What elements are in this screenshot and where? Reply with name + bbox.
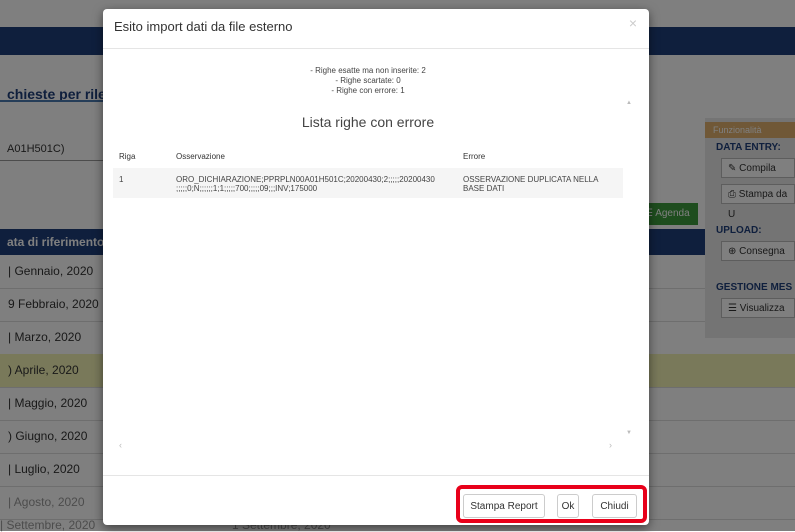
scroll-right-icon[interactable]: › <box>609 440 612 450</box>
cell-osservazione: ORO_DICHIARAZIONE;PPRPLN00A01H501C;20200… <box>176 175 435 193</box>
scroll-left-icon[interactable]: ‹ <box>119 440 122 450</box>
table-row: 1 ORO_DICHIARAZIONE;PPRPLN00A01H501C;202… <box>113 168 623 198</box>
cell-errore-line: OSSERVAZIONE DUPLICATA NELLA <box>463 175 599 184</box>
scroll-down-icon[interactable]: ▼ <box>626 430 632 436</box>
ok-button[interactable]: Ok <box>557 494 579 518</box>
summary-line: - Righe esatte ma non inserite: 2 <box>310 66 426 75</box>
column-header-osservazione: Osservazione <box>176 152 225 161</box>
vertical-scrollbar[interactable]: ▲ ▼ <box>626 100 634 444</box>
cell-osservazione-line: ;;;;;0;N;;;;;;1;1;;;;;700;;;;;09;;;INV;1… <box>176 184 318 193</box>
table-header: Riga Osservazione Errore <box>113 146 623 169</box>
cell-osservazione-line: ORO_DICHIARAZIONE;PPRPLN00A01H501C;20200… <box>176 175 435 184</box>
dialog-header: Esito import dati da file esterno × <box>103 9 649 49</box>
cell-errore-line: BASE DATI <box>463 184 505 193</box>
cell-errore: OSSERVAZIONE DUPLICATA NELLA BASE DATI <box>463 175 598 193</box>
horizontal-scrollbar[interactable]: ‹ › <box>113 440 623 452</box>
dialog-footer: Stampa Report Ok Chiudi <box>103 475 649 526</box>
summary-line: - Righe con errore: 1 <box>331 86 405 95</box>
error-list-scroll-area[interactable]: Lista righe con errore Riga Osservazione… <box>113 100 634 452</box>
scroll-up-icon[interactable]: ▲ <box>626 100 632 106</box>
close-icon[interactable]: × <box>629 15 637 31</box>
error-list-title: Lista righe con errore <box>301 114 435 130</box>
import-summary: - Righe esatte ma non inserite: 2 - Righ… <box>103 66 633 96</box>
summary-line: - Righe scartate: 0 <box>335 76 401 85</box>
dialog-title: Esito import dati da file esterno <box>114 19 293 34</box>
chiudi-button[interactable]: Chiudi <box>592 494 637 518</box>
cell-riga: 1 <box>119 175 124 184</box>
stampa-report-button[interactable]: Stampa Report <box>463 494 545 518</box>
import-result-dialog: Esito import dati da file esterno × - Ri… <box>103 9 649 525</box>
column-header-errore: Errore <box>463 152 486 161</box>
column-header-riga: Riga <box>119 152 136 161</box>
